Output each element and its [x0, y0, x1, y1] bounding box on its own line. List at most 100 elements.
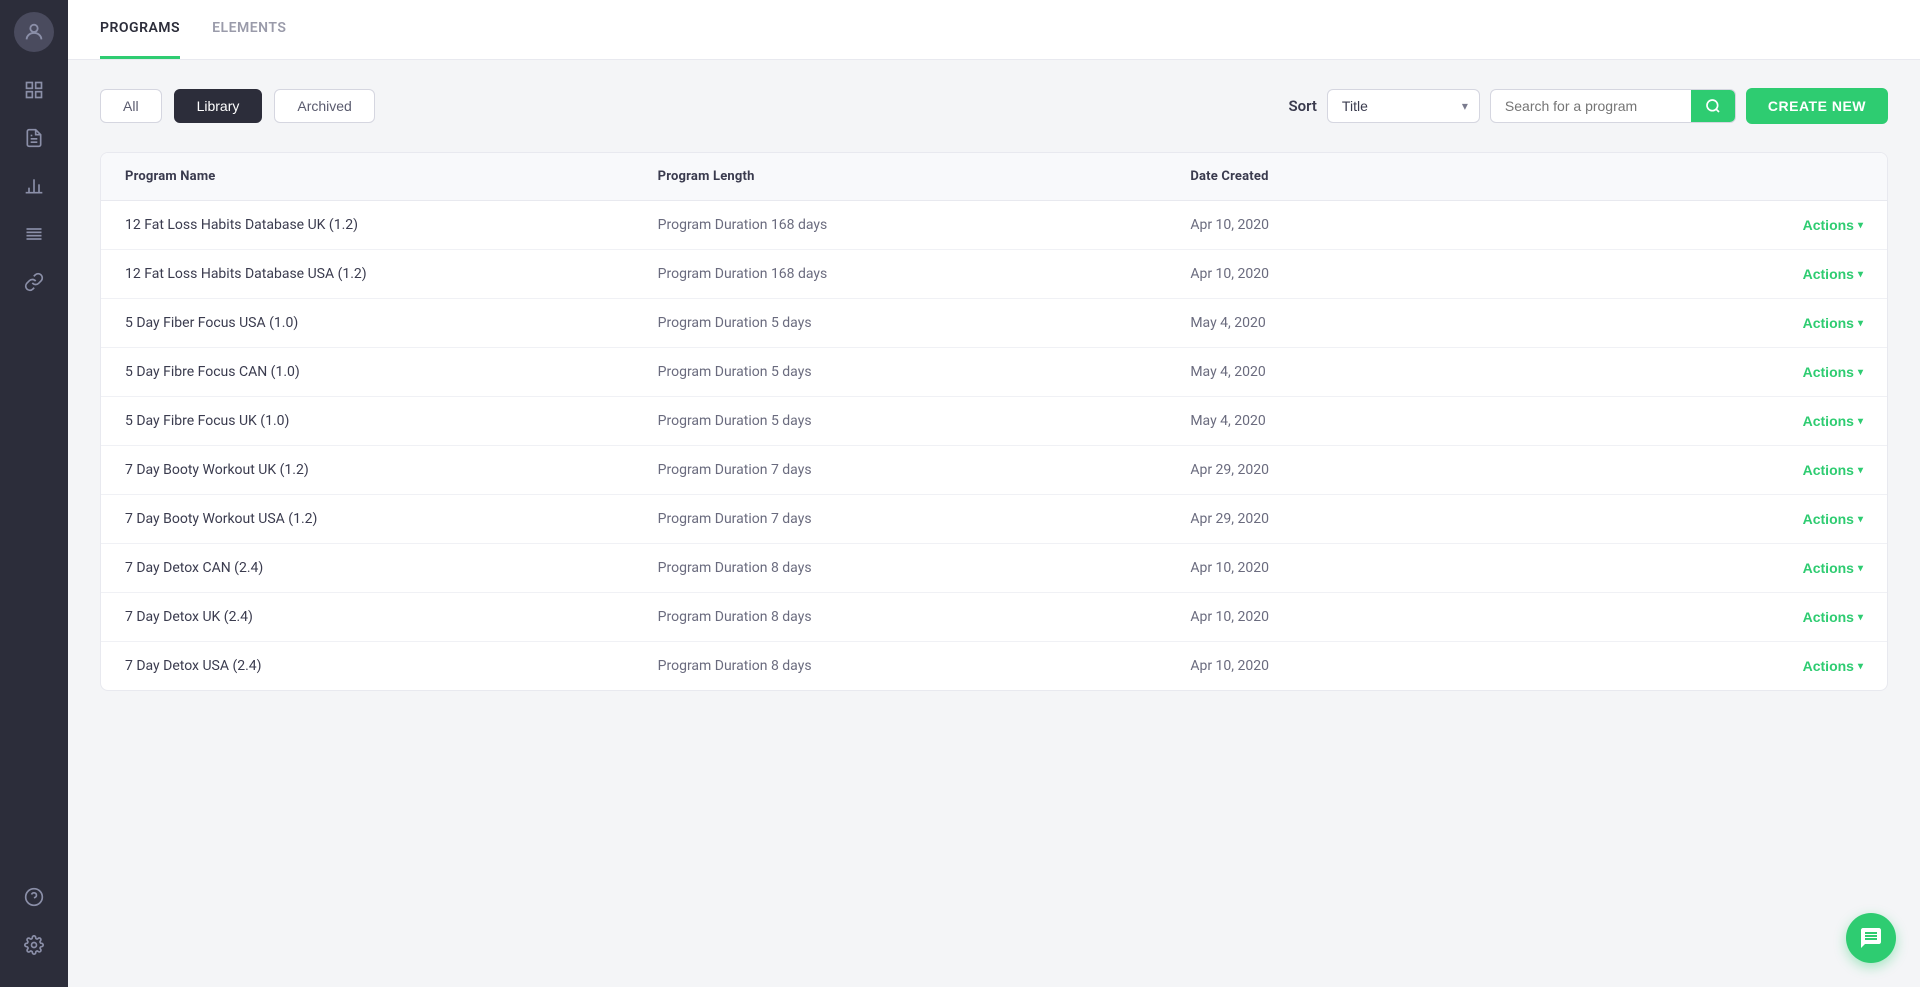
actions-chevron-icon: ▾ — [1858, 514, 1863, 525]
cell-actions: Actions ▾ — [1723, 266, 1863, 282]
table-header: Program Name Program Length Date Created — [101, 153, 1887, 201]
sort-section: Sort Title Date Created Program Length — [1288, 88, 1888, 124]
actions-button[interactable]: Actions ▾ — [1803, 364, 1863, 380]
cell-program-name: 5 Day Fibre Focus CAN (1.0) — [125, 364, 658, 380]
col-header-length: Program Length — [658, 169, 1191, 184]
filter-archived-button[interactable]: Archived — [274, 89, 374, 123]
table-row: 5 Day Fibre Focus CAN (1.0) Program Dura… — [101, 348, 1887, 397]
cell-actions: Actions ▾ — [1723, 462, 1863, 478]
cell-program-length: Program Duration 168 days — [658, 266, 1191, 282]
cell-actions: Actions ▾ — [1723, 217, 1863, 233]
cell-date-created: May 4, 2020 — [1190, 413, 1723, 429]
cell-program-name: 12 Fat Loss Habits Database UK (1.2) — [125, 217, 658, 233]
cell-date-created: Apr 10, 2020 — [1190, 266, 1723, 282]
page-content: All Library Archived Sort Title Date Cre… — [68, 60, 1920, 987]
table-row: 7 Day Detox UK (2.4) Program Duration 8 … — [101, 593, 1887, 642]
sort-select-wrapper: Title Date Created Program Length — [1327, 89, 1480, 123]
avatar-icon[interactable] — [14, 12, 54, 52]
cell-actions: Actions ▾ — [1723, 560, 1863, 576]
cell-program-name: 7 Day Booty Workout UK (1.2) — [125, 462, 658, 478]
cell-date-created: May 4, 2020 — [1190, 315, 1723, 331]
programs-table: Program Name Program Length Date Created… — [100, 152, 1888, 691]
create-new-button[interactable]: CREATE NEW — [1746, 88, 1888, 124]
table-row: 5 Day Fibre Focus UK (1.0) Program Durat… — [101, 397, 1887, 446]
actions-button[interactable]: Actions ▾ — [1803, 266, 1863, 282]
actions-chevron-icon: ▾ — [1858, 563, 1863, 574]
cell-program-length: Program Duration 8 days — [658, 560, 1191, 576]
cell-date-created: Apr 29, 2020 — [1190, 462, 1723, 478]
filter-all-button[interactable]: All — [100, 89, 162, 123]
actions-button[interactable]: Actions ▾ — [1803, 315, 1863, 331]
cell-actions: Actions ▾ — [1723, 315, 1863, 331]
col-header-actions — [1723, 169, 1863, 184]
tab-elements[interactable]: ELEMENTS — [212, 0, 286, 59]
cell-date-created: Apr 10, 2020 — [1190, 609, 1723, 625]
actions-chevron-icon: ▾ — [1858, 612, 1863, 623]
actions-button[interactable]: Actions ▾ — [1803, 217, 1863, 233]
cell-program-name: 7 Day Detox USA (2.4) — [125, 658, 658, 674]
cell-program-length: Program Duration 5 days — [658, 413, 1191, 429]
search-input[interactable] — [1491, 90, 1691, 122]
cell-program-length: Program Duration 5 days — [658, 315, 1191, 331]
cell-program-length: Program Duration 8 days — [658, 658, 1191, 674]
chart-icon[interactable] — [14, 166, 54, 206]
cell-program-length: Program Duration 7 days — [658, 462, 1191, 478]
actions-chevron-icon: ▾ — [1858, 269, 1863, 280]
table-body: 12 Fat Loss Habits Database UK (1.2) Pro… — [101, 201, 1887, 690]
settings-icon[interactable] — [14, 925, 54, 965]
cell-date-created: Apr 10, 2020 — [1190, 560, 1723, 576]
col-header-date: Date Created — [1190, 169, 1723, 184]
actions-button[interactable]: Actions ▾ — [1803, 511, 1863, 527]
grid-icon[interactable] — [14, 70, 54, 110]
cell-actions: Actions ▾ — [1723, 511, 1863, 527]
filter-library-button[interactable]: Library — [174, 89, 263, 123]
main-content: PROGRAMS ELEMENTS All Library Archived S… — [68, 0, 1920, 987]
table-row: 12 Fat Loss Habits Database USA (1.2) Pr… — [101, 250, 1887, 299]
actions-button[interactable]: Actions ▾ — [1803, 560, 1863, 576]
actions-button[interactable]: Actions ▾ — [1803, 658, 1863, 674]
cell-program-length: Program Duration 7 days — [658, 511, 1191, 527]
actions-button[interactable]: Actions ▾ — [1803, 462, 1863, 478]
cell-program-name: 7 Day Detox UK (2.4) — [125, 609, 658, 625]
cell-program-name: 7 Day Detox CAN (2.4) — [125, 560, 658, 576]
cell-date-created: Apr 10, 2020 — [1190, 658, 1723, 674]
sort-select[interactable]: Title Date Created Program Length — [1327, 89, 1480, 123]
cell-program-length: Program Duration 5 days — [658, 364, 1191, 380]
cell-actions: Actions ▾ — [1723, 364, 1863, 380]
actions-chevron-icon: ▾ — [1858, 367, 1863, 378]
actions-button[interactable]: Actions ▾ — [1803, 413, 1863, 429]
actions-chevron-icon: ▾ — [1858, 465, 1863, 476]
col-header-name: Program Name — [125, 169, 658, 184]
cell-date-created: May 4, 2020 — [1190, 364, 1723, 380]
cell-program-name: 7 Day Booty Workout USA (1.2) — [125, 511, 658, 527]
cell-actions: Actions ▾ — [1723, 609, 1863, 625]
chat-fab-button[interactable] — [1846, 913, 1896, 963]
table-row: 7 Day Detox USA (2.4) Program Duration 8… — [101, 642, 1887, 690]
cell-program-length: Program Duration 168 days — [658, 217, 1191, 233]
toolbar: All Library Archived Sort Title Date Cre… — [100, 88, 1888, 124]
table-row: 12 Fat Loss Habits Database UK (1.2) Pro… — [101, 201, 1887, 250]
help-icon[interactable] — [14, 877, 54, 917]
table-row: 5 Day Fiber Focus USA (1.0) Program Dura… — [101, 299, 1887, 348]
cell-program-length: Program Duration 8 days — [658, 609, 1191, 625]
cell-program-name: 12 Fat Loss Habits Database USA (1.2) — [125, 266, 658, 282]
actions-chevron-icon: ▾ — [1858, 416, 1863, 427]
cell-actions: Actions ▾ — [1723, 658, 1863, 674]
search-button[interactable] — [1691, 90, 1735, 122]
cell-program-name: 5 Day Fiber Focus USA (1.0) — [125, 315, 658, 331]
sort-label: Sort — [1288, 97, 1316, 115]
cell-date-created: Apr 29, 2020 — [1190, 511, 1723, 527]
document-icon[interactable] — [14, 118, 54, 158]
rows-icon[interactable] — [14, 214, 54, 254]
search-wrapper — [1490, 89, 1736, 123]
link-icon[interactable] — [14, 262, 54, 302]
cell-program-name: 5 Day Fibre Focus UK (1.0) — [125, 413, 658, 429]
actions-chevron-icon: ▾ — [1858, 318, 1863, 329]
top-nav: PROGRAMS ELEMENTS — [68, 0, 1920, 60]
sidebar — [0, 0, 68, 987]
cell-actions: Actions ▾ — [1723, 413, 1863, 429]
tab-programs[interactable]: PROGRAMS — [100, 0, 180, 59]
actions-button[interactable]: Actions ▾ — [1803, 609, 1863, 625]
table-row: 7 Day Detox CAN (2.4) Program Duration 8… — [101, 544, 1887, 593]
actions-chevron-icon: ▾ — [1858, 220, 1863, 231]
